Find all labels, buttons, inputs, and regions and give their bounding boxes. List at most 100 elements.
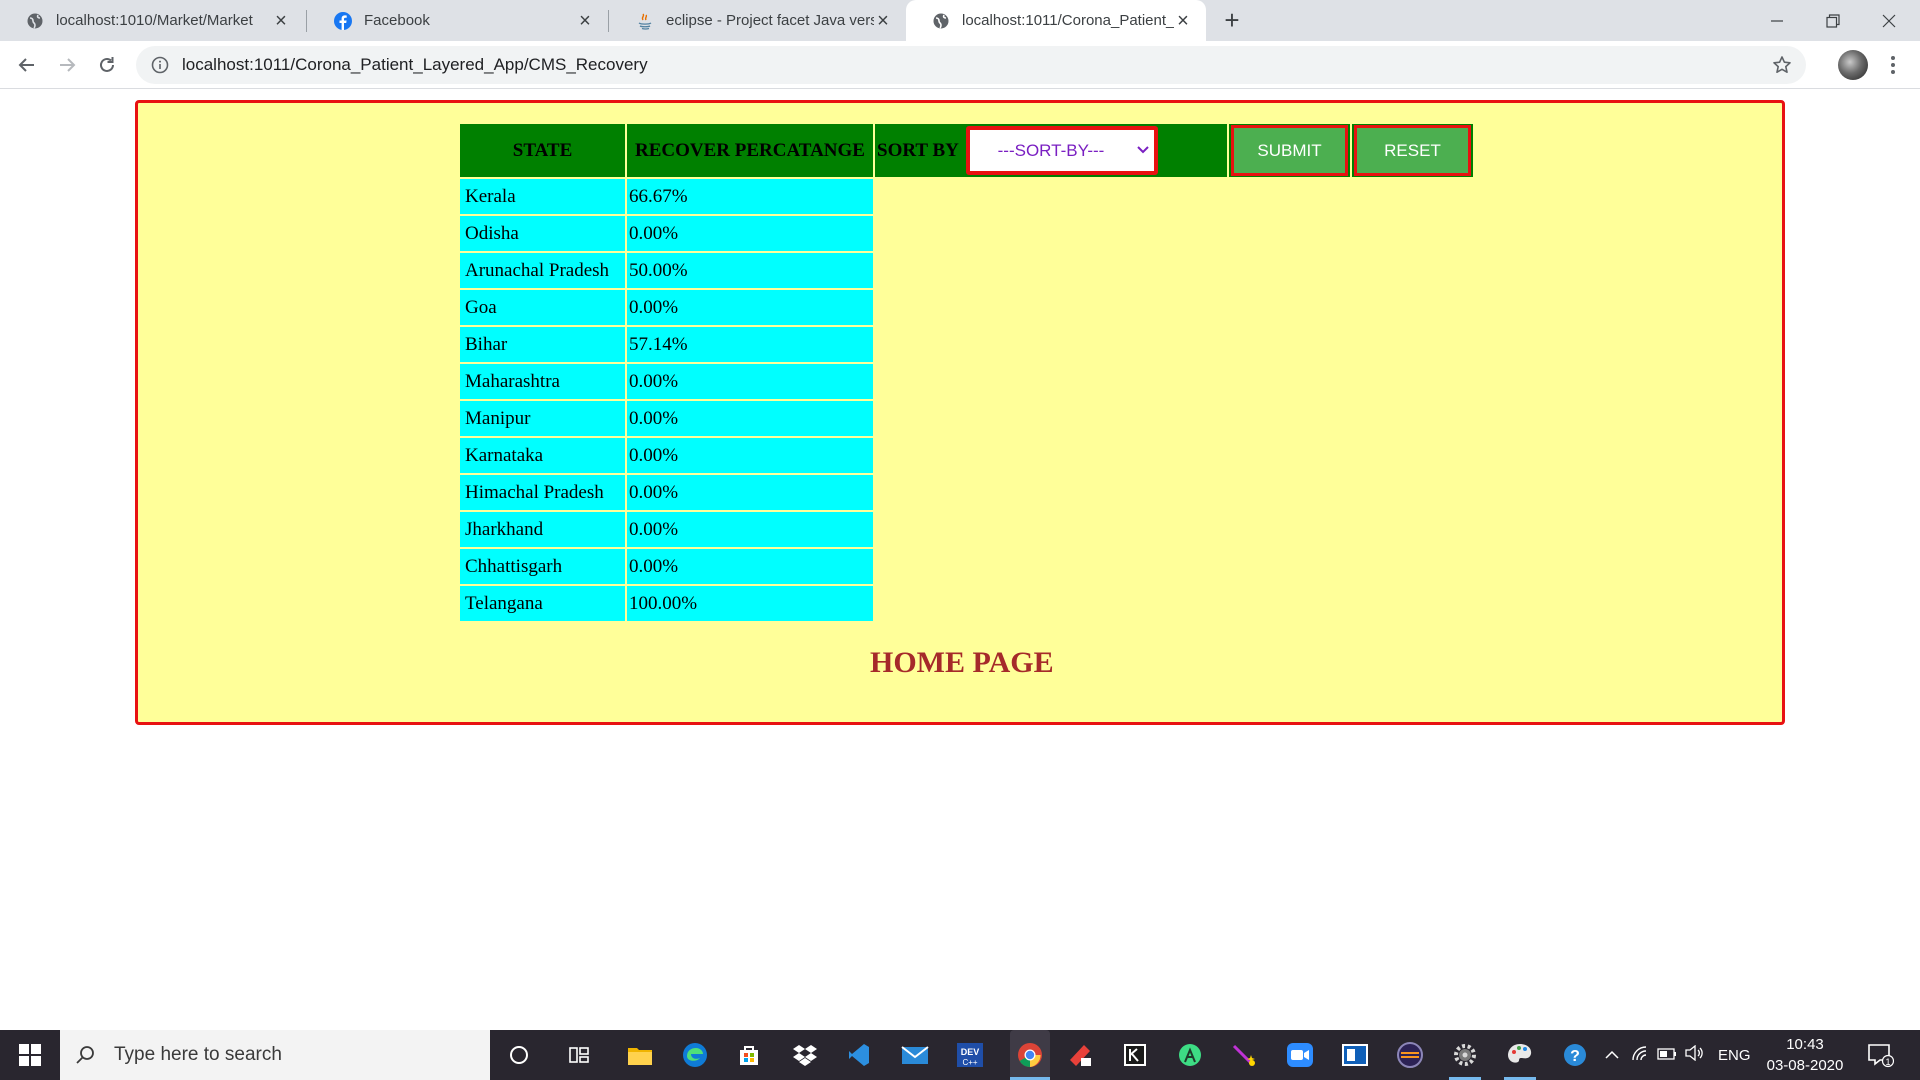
tab-divider <box>608 10 609 32</box>
svg-text:?: ? <box>1570 1048 1580 1065</box>
state-cell: Goa <box>460 290 625 325</box>
recovery-table: STATE RECOVER PERCATANGE SORT BY ---SORT… <box>458 122 1475 623</box>
tab-facebook[interactable]: Facebook × <box>308 0 608 41</box>
reload-button[interactable] <box>91 49 123 81</box>
recover-percentage-column-header: RECOVER PERCATANGE <box>627 124 873 177</box>
reset-cell: RESET <box>1352 124 1473 177</box>
system-tray: ENG <box>1600 1030 1751 1080</box>
tab-title: localhost:1010/Market/Market <box>56 12 253 29</box>
state-cell: Manipur <box>460 401 625 436</box>
task-view-icon[interactable] <box>563 1039 595 1071</box>
tab-title: eclipse - Project facet Java versio <box>666 12 874 29</box>
dropbox-icon[interactable] <box>789 1039 821 1071</box>
state-cell: Arunachal Pradesh <box>460 253 625 288</box>
state-cell: Jharkhand <box>460 512 625 547</box>
address-bar[interactable]: localhost:1011/Corona_Patient_Layered_Ap… <box>136 46 1806 84</box>
tab-market[interactable]: localhost:1010/Market/Market × <box>0 0 304 41</box>
tab-strip: localhost:1010/Market/Market × Facebook … <box>0 0 1920 41</box>
magic-wand-icon[interactable] <box>1228 1039 1260 1071</box>
reset-button[interactable]: RESET <box>1354 125 1471 176</box>
tab-divider <box>306 10 307 32</box>
windows-taskbar: Type here to search DEV C++ ? ENG 10:43 … <box>0 1030 1920 1080</box>
network-icon[interactable] <box>1626 1045 1654 1065</box>
home-page-link[interactable]: HOME PAGE <box>870 646 1054 680</box>
store-icon[interactable] <box>733 1039 765 1071</box>
mail-icon[interactable] <box>899 1039 931 1071</box>
bookmark-star-icon[interactable] <box>1772 55 1792 80</box>
state-cell: Chhattisgarh <box>460 549 625 584</box>
taskbar-clock[interactable]: 10:43 03-08-2020 <box>1762 1034 1848 1076</box>
table-row: Manipur 0.00% <box>460 401 1473 436</box>
cortana-icon[interactable] <box>503 1039 535 1071</box>
page-content: STATE RECOVER PERCATANGE SORT BY ---SORT… <box>0 89 1920 1030</box>
state-cell: Telangana <box>460 586 625 621</box>
settings-gear-icon[interactable] <box>1449 1039 1481 1071</box>
edge-icon[interactable] <box>679 1039 711 1071</box>
search-icon <box>76 1046 94 1064</box>
table-row: Kerala 66.67% <box>460 179 1473 214</box>
visual-studio-code-icon[interactable] <box>843 1039 875 1071</box>
taskbar-time: 10:43 <box>1786 1036 1824 1053</box>
minimize-button[interactable] <box>1750 0 1804 41</box>
recovery-percent-cell: 0.00% <box>627 401 873 436</box>
state-column-header: STATE <box>460 124 625 177</box>
recovery-percent-cell: 0.00% <box>627 438 873 473</box>
state-cell: Bihar <box>460 327 625 362</box>
eclipse-icon[interactable] <box>1394 1039 1426 1071</box>
svg-text:DEV: DEV <box>961 1047 980 1057</box>
recovery-percent-cell: 0.00% <box>627 475 873 510</box>
devc-icon[interactable]: DEV C++ <box>954 1039 986 1071</box>
start-button[interactable] <box>0 1030 60 1080</box>
submit-cell: SUBMIT <box>1229 124 1350 177</box>
android-studio-icon[interactable] <box>1174 1039 1206 1071</box>
table-header-row: STATE RECOVER PERCATANGE SORT BY ---SORT… <box>460 124 1473 177</box>
action-center-icon[interactable]: 1 <box>1864 1039 1896 1071</box>
new-tab-button[interactable]: + <box>1218 7 1246 35</box>
restore-button[interactable] <box>1806 0 1860 41</box>
state-cell: Odisha <box>460 216 625 251</box>
reader-app-icon[interactable] <box>1339 1039 1371 1071</box>
table-row: Jharkhand 0.00% <box>460 512 1473 547</box>
svg-text:C++: C++ <box>962 1058 977 1067</box>
globe-icon <box>26 12 44 30</box>
close-icon[interactable]: × <box>1174 11 1192 31</box>
close-window-button[interactable] <box>1862 0 1916 41</box>
tab-eclipse[interactable]: eclipse - Project facet Java versio × <box>610 0 906 41</box>
input-language-indicator[interactable]: ENG <box>1718 1047 1751 1064</box>
file-explorer-icon[interactable] <box>624 1039 656 1071</box>
pdf-reader-icon[interactable] <box>1064 1039 1096 1071</box>
submit-button[interactable]: SUBMIT <box>1231 125 1348 176</box>
table-row: Odisha 0.00% <box>460 216 1473 251</box>
chrome-icon[interactable] <box>1010 1030 1050 1080</box>
battery-icon[interactable] <box>1654 1047 1680 1064</box>
close-icon[interactable]: × <box>874 11 892 31</box>
windows-logo-icon <box>19 1044 41 1066</box>
profile-avatar[interactable] <box>1838 50 1868 80</box>
paint-icon[interactable] <box>1504 1039 1536 1071</box>
close-icon[interactable]: × <box>272 11 290 31</box>
back-button[interactable] <box>11 49 43 81</box>
table-row: Maharashtra 0.00% <box>460 364 1473 399</box>
close-icon[interactable]: × <box>576 11 594 31</box>
sort-by-select-value: ---SORT-BY--- <box>997 141 1105 160</box>
state-cell: Kerala <box>460 179 625 214</box>
recovery-percent-cell: 66.67% <box>627 179 873 214</box>
show-hidden-icons-chevron-icon[interactable] <box>1600 1047 1624 1064</box>
help-icon[interactable]: ? <box>1559 1039 1591 1071</box>
kotlin-ide-icon[interactable] <box>1119 1039 1151 1071</box>
recovery-percent-cell: 50.00% <box>627 253 873 288</box>
taskbar-search-box[interactable]: Type here to search <box>60 1030 490 1080</box>
browser-menu-icon[interactable] <box>1886 53 1900 77</box>
info-icon[interactable] <box>150 55 170 75</box>
address-text: localhost:1011/Corona_Patient_Layered_Ap… <box>182 55 648 74</box>
forward-button[interactable] <box>51 49 83 81</box>
volume-icon[interactable] <box>1680 1044 1708 1065</box>
tab-corona-recovery[interactable]: localhost:1011/Corona_Patient_L × <box>906 0 1206 41</box>
browser-toolbar: localhost:1011/Corona_Patient_Layered_Ap… <box>0 41 1920 89</box>
zoom-icon[interactable] <box>1284 1039 1316 1071</box>
sort-by-select[interactable]: ---SORT-BY--- <box>965 126 1158 175</box>
chevron-down-icon <box>1136 146 1149 154</box>
recovery-percent-cell: 57.14% <box>627 327 873 362</box>
table-row: Chhattisgarh 0.00% <box>460 549 1473 584</box>
java-icon <box>636 12 654 30</box>
